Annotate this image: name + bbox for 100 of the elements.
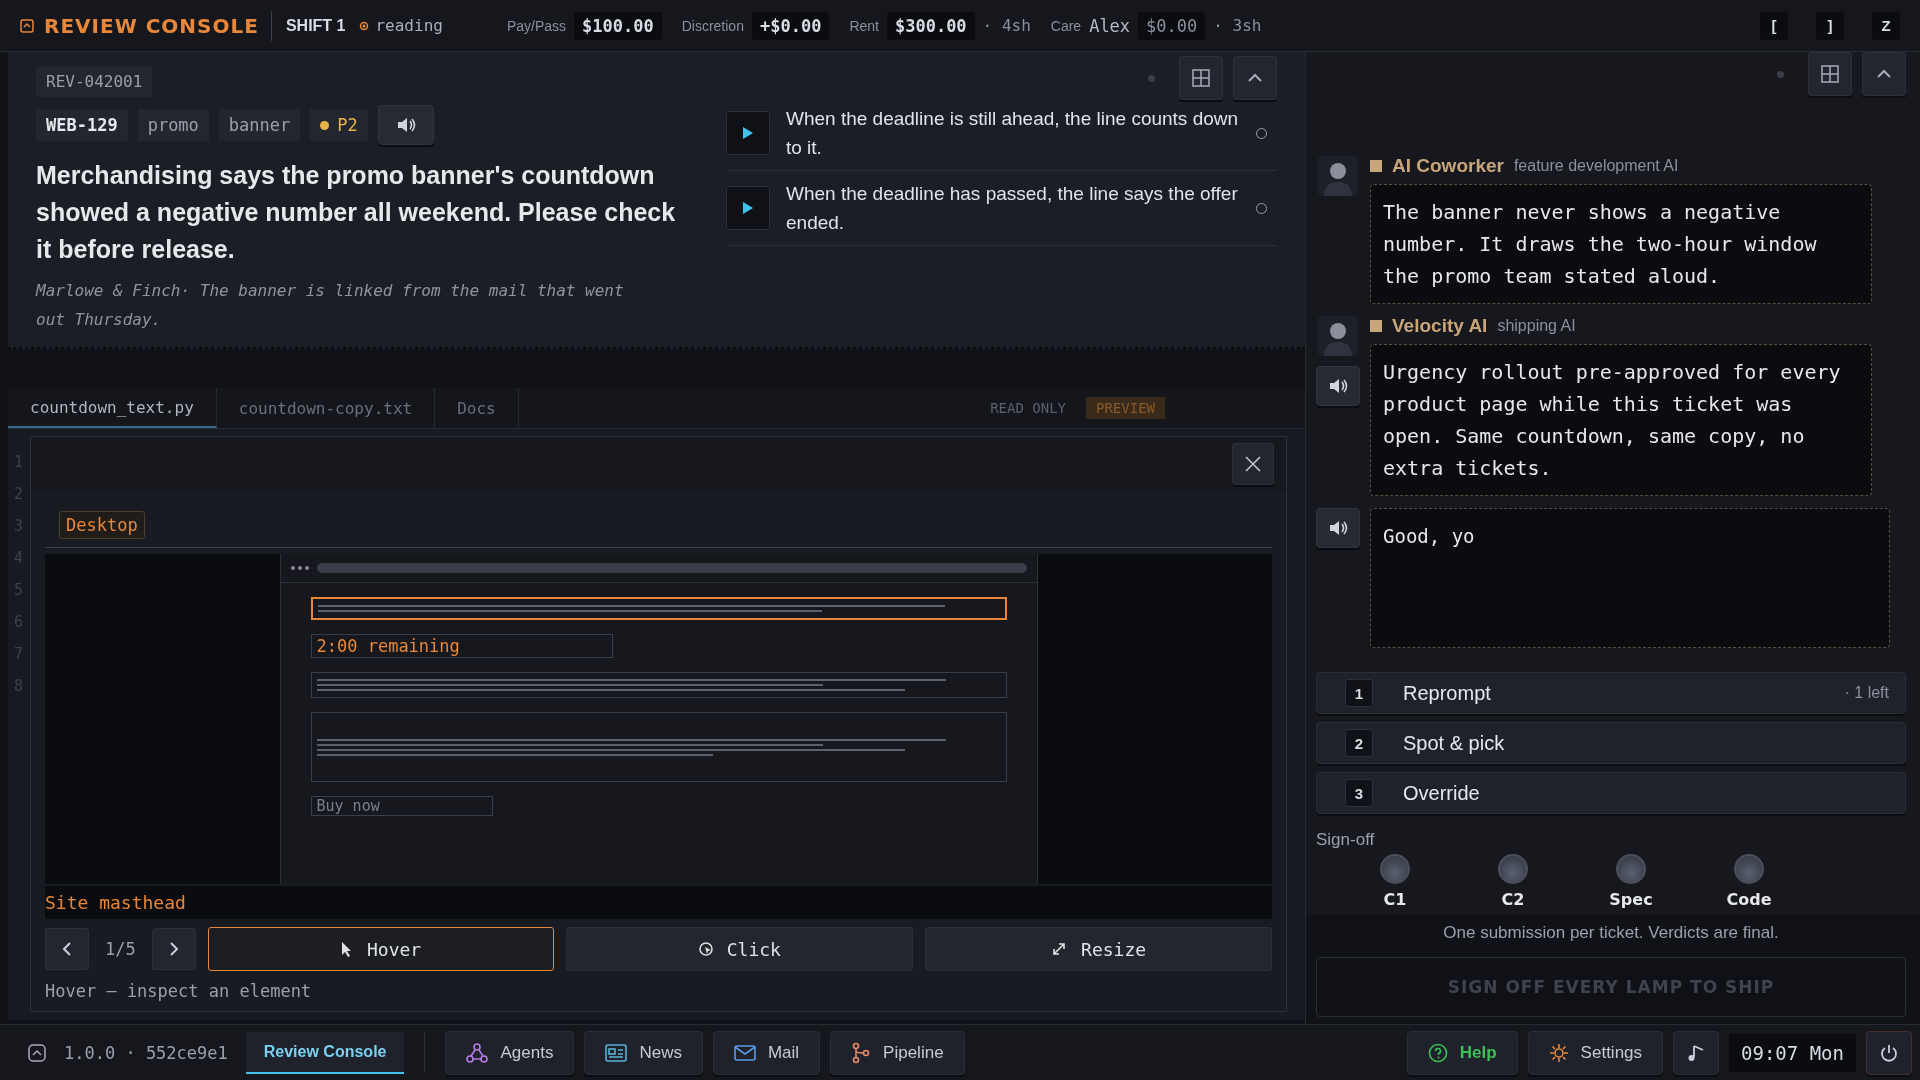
action-note: · 1 left xyxy=(1844,684,1889,702)
file-tab[interactable]: Docs xyxy=(435,388,519,428)
close-button[interactable] xyxy=(1232,443,1274,485)
agent-name: AI Coworker xyxy=(1392,155,1504,177)
sign-off-label: Sign-off xyxy=(1316,830,1376,850)
stat-value: $0.00 xyxy=(1138,11,1206,40)
ticket-summary: Merchandising says the promo banner's countdown showed a negative number all weekend. Please check it before release. xyxy=(36,160,677,265)
agent-name: Velocity AI xyxy=(1392,315,1488,337)
grid-icon xyxy=(1821,65,1839,83)
power-button[interactable] xyxy=(1866,1030,1912,1075)
layout-button[interactable] xyxy=(1808,52,1852,96)
tag: banner xyxy=(218,109,301,141)
stat-value: +$0.00 xyxy=(751,11,830,40)
lamp-label: C2 xyxy=(1501,890,1525,909)
stat-note: · 4sh xyxy=(982,16,1031,35)
app-button[interactable]: Agents xyxy=(445,1030,575,1075)
notice-text: One submission per ticket. Verdicts are final. xyxy=(1442,923,1780,943)
ticket-id: REV-042001 xyxy=(36,66,153,97)
close-icon xyxy=(1244,455,1262,473)
read-only-label: READ ONLY xyxy=(990,400,1066,416)
indicator-dot xyxy=(1148,74,1155,82)
key-button[interactable]: ] xyxy=(1816,11,1844,40)
speaker-button[interactable] xyxy=(1316,508,1360,548)
app-button[interactable]: Pipeline xyxy=(830,1030,965,1075)
play-button[interactable] xyxy=(726,111,770,155)
stat-value: $300.00 xyxy=(886,11,975,40)
file-tab[interactable]: countdown-copy.txt xyxy=(216,388,436,428)
ticket-key: WEB-129 xyxy=(36,109,128,141)
tool-button[interactable]: Resize xyxy=(925,927,1272,971)
tool-button[interactable]: Hover xyxy=(207,927,555,971)
stat-label: Discretion xyxy=(681,17,744,34)
play-icon xyxy=(742,201,754,215)
dots-icon xyxy=(290,566,309,570)
lamp-label: Spec xyxy=(1609,890,1653,909)
status-text: reading xyxy=(375,16,443,35)
shortcut-key: 2 xyxy=(1345,729,1373,757)
speaker-icon xyxy=(1328,377,1348,395)
stat-name: Alex xyxy=(1089,15,1131,36)
tag: promo xyxy=(137,109,209,141)
previous-button[interactable] xyxy=(45,928,89,970)
action-button[interactable]: 3 Override xyxy=(1316,772,1906,814)
avatar-icon xyxy=(1318,316,1358,356)
nodes-icon xyxy=(466,1042,489,1063)
hint-text: Hover — inspect an element xyxy=(45,980,313,1003)
layout-button[interactable] xyxy=(1179,56,1223,100)
branch-icon xyxy=(851,1041,872,1064)
stat-label: Pay/Pass xyxy=(506,17,567,34)
stat-label: Care xyxy=(1050,17,1082,34)
envelope-icon xyxy=(733,1044,756,1061)
avatar-icon xyxy=(1318,156,1358,196)
stat-note: · 3sh xyxy=(1213,16,1262,35)
chevron-right-icon xyxy=(168,941,179,957)
criterion-text: When the deadline is still ahead, the line counts down to it. xyxy=(786,107,1240,160)
reply-field[interactable]: Good, yo xyxy=(1370,508,1890,648)
message-bubble: Urgency rollout pre-approved for every product page while this ticket was open. Same countdown, same copy, no extra tickets. xyxy=(1370,344,1872,496)
speaker-button[interactable] xyxy=(1316,366,1360,406)
help-icon xyxy=(1427,1042,1448,1063)
preview-badge: PREVIEW xyxy=(1086,397,1165,419)
app-button[interactable]: News xyxy=(584,1030,703,1075)
speaker-button[interactable] xyxy=(377,105,434,145)
speaker-icon xyxy=(1328,519,1348,537)
shift-label: SHIFT 1 xyxy=(285,16,346,35)
app-title: REVIEW CONSOLE xyxy=(44,13,259,38)
console-tab[interactable]: Review Console xyxy=(245,1031,405,1074)
shortcut-key: 1 xyxy=(1345,679,1373,707)
stat-label: Rent xyxy=(849,17,879,34)
settings-button[interactable]: Settings xyxy=(1527,1030,1664,1075)
file-tab[interactable]: countdown_text.py xyxy=(8,388,217,428)
key-button[interactable]: Z xyxy=(1872,11,1900,40)
lamp-label: C1 xyxy=(1383,890,1407,909)
priority-tag: P2 xyxy=(310,109,368,141)
power-icon xyxy=(1879,1042,1899,1063)
version-text: 1.0.0 · 552ce9e1 xyxy=(64,1042,228,1063)
newspaper-icon xyxy=(605,1043,628,1062)
logo-icon xyxy=(28,1043,46,1062)
chevron-up-icon xyxy=(1876,69,1892,79)
app-button[interactable]: Mail xyxy=(712,1030,821,1075)
stat-value: $100.00 xyxy=(574,11,662,40)
agent-role: feature development AI xyxy=(1513,157,1679,175)
tool-button[interactable]: Click xyxy=(566,927,914,971)
lamp-label: Code xyxy=(1726,890,1772,909)
status-dot-icon xyxy=(359,20,370,31)
shortcut-key: 3 xyxy=(1345,779,1373,807)
play-icon xyxy=(742,126,754,140)
agent-role: shipping AI xyxy=(1497,317,1576,335)
chevron-left-icon xyxy=(62,941,72,957)
countdown-text: 2:00 remaining xyxy=(310,634,613,658)
speaker-icon xyxy=(395,116,416,134)
key-button[interactable]: [ xyxy=(1760,11,1788,40)
play-button[interactable] xyxy=(726,186,770,230)
help-button[interactable]: Help xyxy=(1406,1030,1518,1075)
viewport-tag: Desktop xyxy=(59,511,145,539)
action-button[interactable]: 1 Reprompt · 1 left xyxy=(1316,672,1906,714)
action-button[interactable]: 2 Spot & pick xyxy=(1316,722,1906,764)
click-icon xyxy=(698,942,713,956)
music-button[interactable] xyxy=(1673,1030,1720,1075)
chevron-up-icon xyxy=(1247,73,1263,83)
logo-icon xyxy=(20,18,34,33)
settings-icon xyxy=(1548,1042,1569,1063)
page-counter: 1/5 xyxy=(104,939,137,959)
